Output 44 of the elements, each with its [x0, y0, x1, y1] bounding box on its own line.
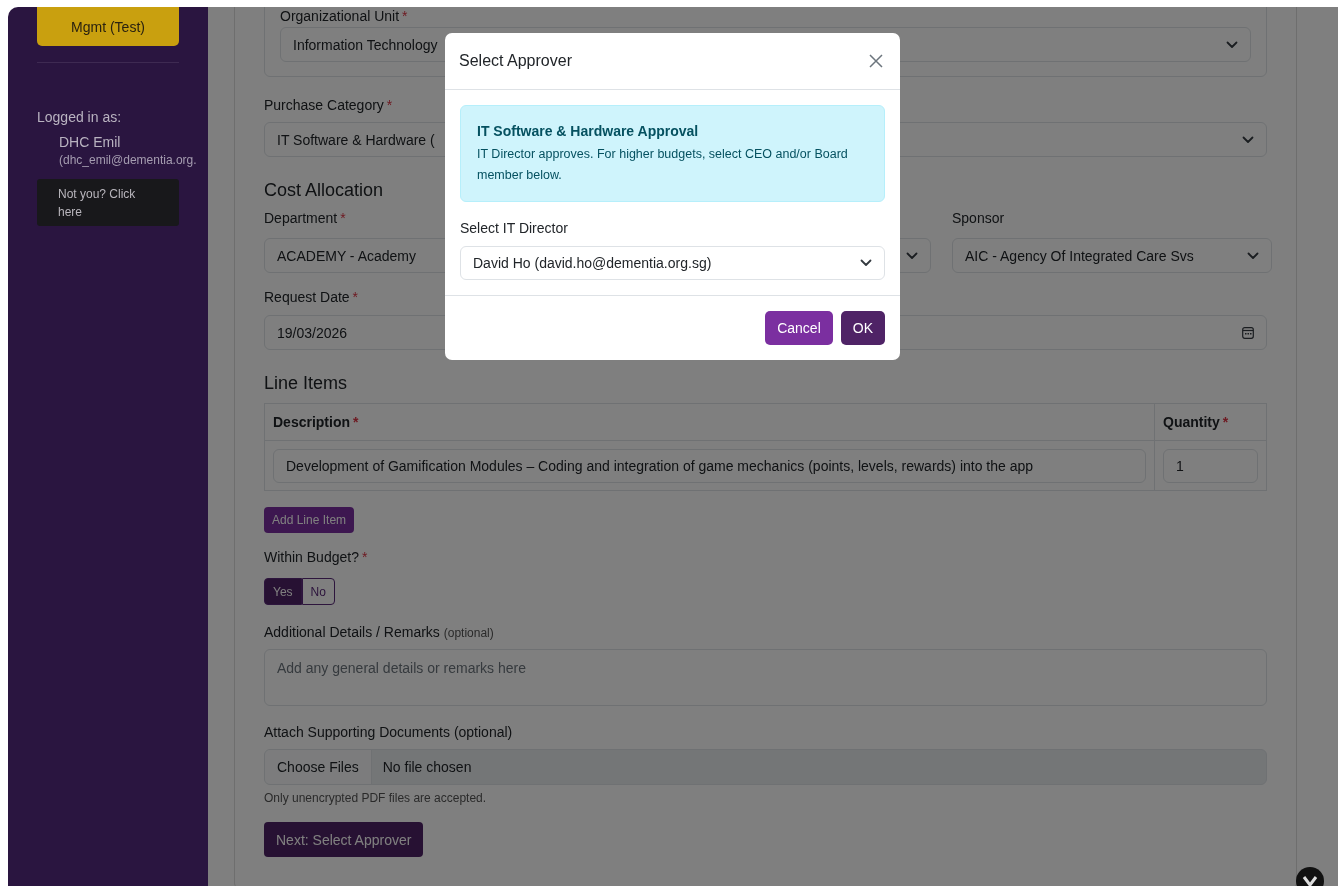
cancel-button[interactable]: Cancel	[765, 311, 833, 345]
field-label: Select IT Director	[460, 219, 569, 238]
quantity-field[interactable]: 1	[1163, 448, 1258, 483]
description-field[interactable]: Development of Gamification Modules – Coding and integration of game mechanics (points, levels, rewards) into the app	[273, 448, 1146, 483]
section-heading: Cost Allocation	[264, 179, 385, 201]
next-button[interactable]: Next: Select Approver	[264, 822, 424, 857]
field-label: Attach Supporting Documents (optional)	[264, 723, 513, 742]
file-input[interactable]: Choose Files No file chosen	[264, 749, 1267, 785]
chevron-down-icon	[1247, 251, 1259, 260]
column-header: Quantity *	[1154, 403, 1267, 441]
file-status: No file chosen	[381, 758, 473, 777]
logged-in-label: Logged in as:	[37, 108, 123, 127]
field-label: Within Budget? *	[264, 548, 368, 567]
toggle-option[interactable]: No	[301, 578, 335, 605]
close-icon	[868, 53, 884, 69]
alert-text: IT Director approves. For higher budgets, select CEO and/or Board member below.	[477, 146, 849, 184]
chevron-down-icon	[860, 259, 872, 267]
add-line-item-button[interactable]: Add Line Item	[264, 507, 355, 533]
chevron-down-icon	[1226, 40, 1238, 49]
chevron-down-icon	[906, 251, 918, 260]
remarks-textarea[interactable]: Add any general details or remarks here	[264, 649, 1267, 706]
approver-select[interactable]: David Ho (david.ho@dementia.org.sg)	[460, 246, 885, 280]
vendor-mgmt-button[interactable]: Mgmt (Test)	[37, 7, 179, 46]
not-you-button[interactable]: Not you? Click here	[37, 179, 179, 226]
select-field[interactable]: AIC - Agency Of Integrated Care Svs	[952, 238, 1272, 273]
ok-button[interactable]: OK	[840, 311, 885, 345]
field-label: Organizational Unit *	[280, 8, 408, 24]
user-email: (dhc_emil@dementia.org.	[59, 153, 198, 168]
field-label: Department *	[264, 209, 346, 228]
section-heading: Line Items	[264, 372, 349, 394]
optional-hint: (optional)	[443, 626, 494, 640]
user-name: DHC Emil	[59, 133, 122, 151]
column-header: Description *	[264, 403, 1155, 441]
field-label: Sponsor	[952, 209, 1005, 228]
alert-title: IT Software & Hardware Approval	[477, 122, 700, 140]
calendar-icon	[1242, 326, 1254, 339]
chevron-down-icon	[1242, 135, 1254, 144]
toggle-option[interactable]: Yes	[264, 578, 302, 605]
modal-title: Select Approver	[459, 52, 572, 70]
choose-files-button[interactable]: Choose Files	[265, 750, 372, 784]
field-label: Request Date *	[264, 288, 359, 307]
field-label: Additional Details / Remarks	[264, 624, 440, 640]
field-label: Purchase Category *	[264, 96, 393, 115]
help-text: Only unencrypted PDF files are accepted.	[264, 790, 488, 806]
